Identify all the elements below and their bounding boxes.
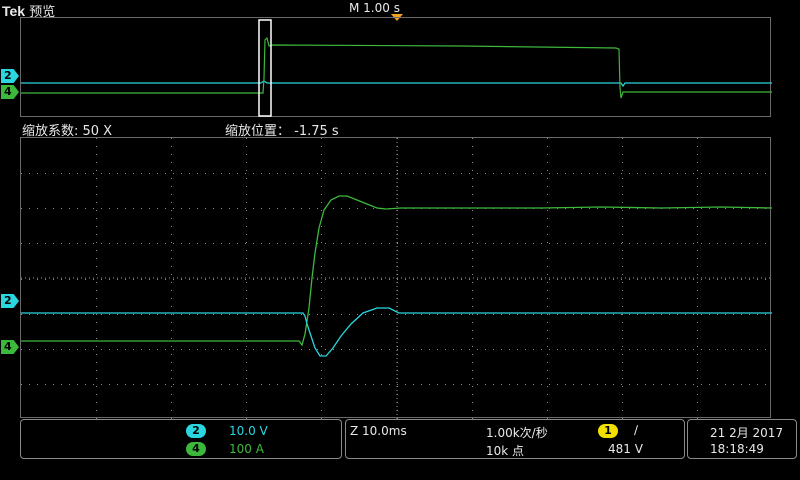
date-readout: 21 2月 2017 [710,426,784,440]
clock-panel: 21 2月 2017 18:18:49 [687,419,797,459]
zoom-ch4-marker[interactable]: 4 [1,340,19,354]
ch4-badge[interactable]: 4 [186,442,206,456]
graticule-svg [21,138,772,419]
timebase-readout[interactable]: M 1.00 s [349,1,400,15]
ch2-badge[interactable]: 2 [186,424,206,438]
rising-edge-icon: ∕ [634,423,639,437]
overview-ch4-marker[interactable]: 4 [1,85,19,99]
zoom-window-box [258,19,272,117]
ch4-scale: 100 A [229,442,264,456]
acquisition-trigger-panel[interactable]: Z 10.0ms 1.00k次/秒 10k 点 1 ∕ 481 V [345,419,685,459]
overview-ch4-trace [21,36,772,99]
ch2-scale: 10.0 V [229,424,268,438]
overview-waveform-window[interactable] [20,17,772,117]
sample-rate-readout: 1.00k次/秒 [486,426,548,440]
overview-ch2-trace [21,80,772,88]
zoom-ch2-trace [21,307,772,357]
time-readout: 18:18:49 [710,442,764,456]
overview-ch2-marker[interactable]: 2 [1,69,19,83]
trigger-source-badge[interactable]: 1 [598,424,618,438]
channel-scale-panel[interactable]: 2 10.0 V 4 100 A [20,419,342,459]
overview-svg [21,19,772,117]
record-length-readout: 10k 点 [486,444,525,458]
zoom-ch2-marker[interactable]: 2 [1,294,19,308]
zoom-scale-readout: Z 10.0ms [350,424,407,438]
trigger-level-readout: 481 V [608,442,643,456]
zoom-graticule[interactable] [20,137,772,419]
